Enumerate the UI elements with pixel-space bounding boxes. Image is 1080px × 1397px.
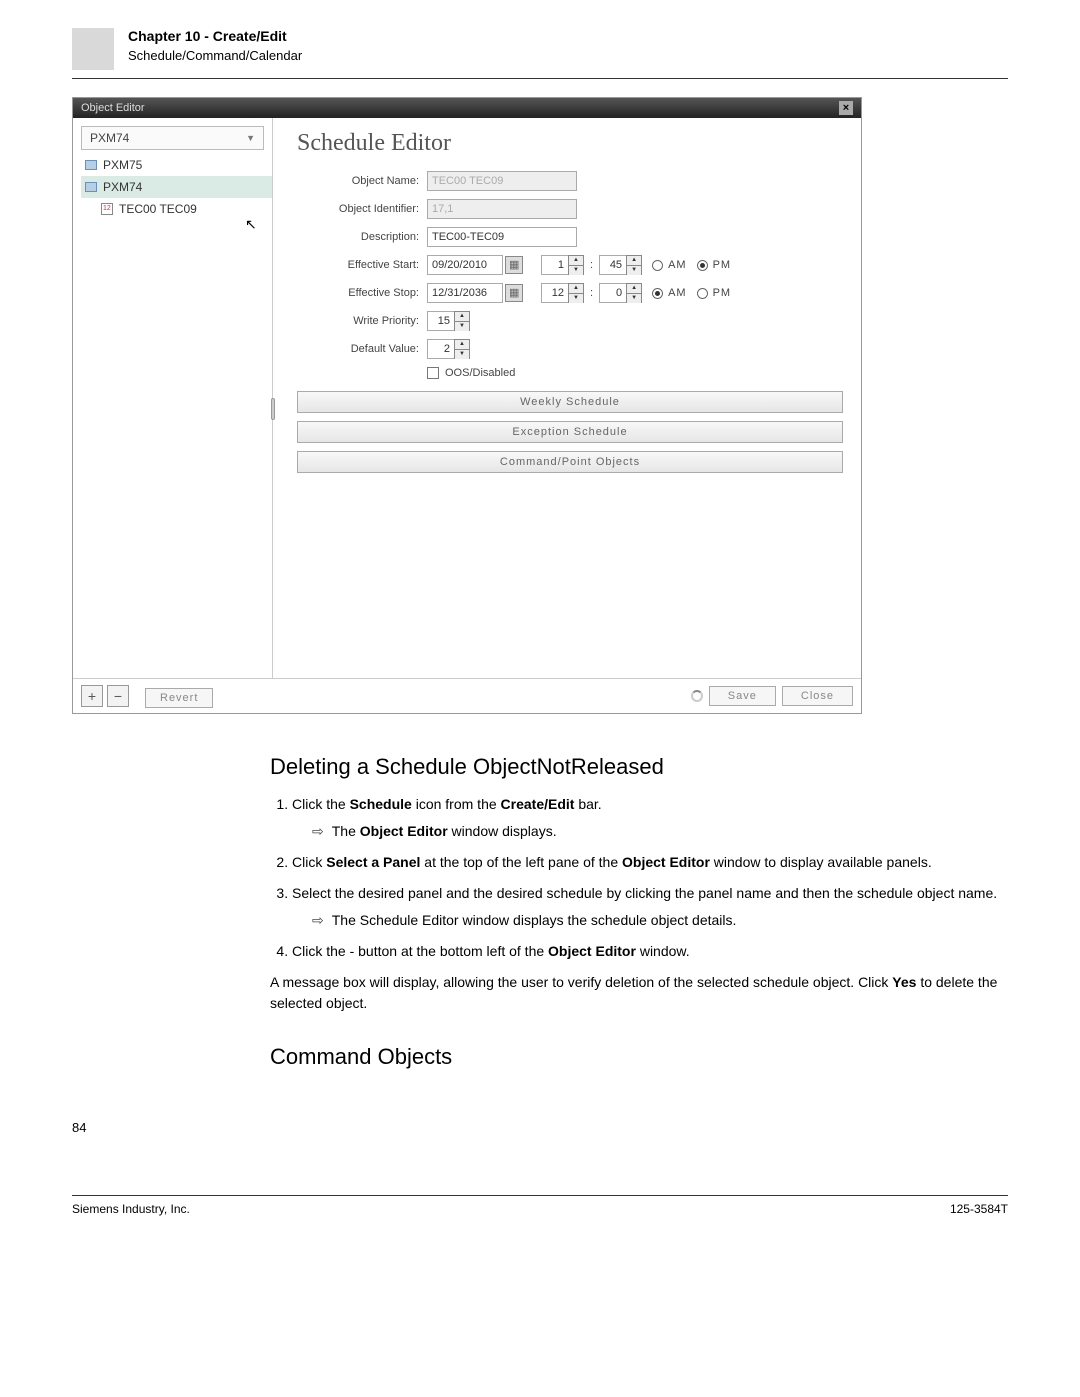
footer-left: Siemens Industry, Inc. xyxy=(72,1202,190,1216)
header-block-icon xyxy=(72,28,114,70)
document-body: Deleting a Schedule ObjectNotReleased Cl… xyxy=(270,754,1008,1070)
left-pane: PXM74 ▼ PXM75 PXM74 TEC00 TEC09 xyxy=(73,118,273,678)
chevron-down-icon: ▼ xyxy=(246,133,255,143)
stop-am-radio[interactable] xyxy=(652,288,663,299)
object-name-field[interactable] xyxy=(427,171,577,191)
tree-item-pxm74[interactable]: PXM74 xyxy=(81,176,272,198)
hour-spinner[interactable]: ▲▼ xyxy=(568,255,584,275)
heading-command-objects: Command Objects xyxy=(270,1044,1008,1070)
arrow-icon: ⇨ xyxy=(312,821,324,842)
tree-item-tec00[interactable]: TEC00 TEC09 xyxy=(81,198,272,220)
step-4: Click the - button at the bottom left of… xyxy=(292,941,1008,962)
object-editor-window: Object Editor × PXM74 ▼ PXM75 PXM74 xyxy=(72,97,862,714)
page-header: Chapter 10 - Create/Edit Schedule/Comman… xyxy=(72,28,1008,79)
panel-select-dropdown[interactable]: PXM74 ▼ xyxy=(81,126,264,150)
command-point-objects-button[interactable]: Command/Point Objects xyxy=(297,451,843,473)
arrow-icon: ⇨ xyxy=(312,910,324,931)
heading-deleting-schedule: Deleting a Schedule ObjectNotReleased xyxy=(270,754,1008,780)
footer-right: 125-3584T xyxy=(950,1202,1008,1216)
add-button[interactable]: + xyxy=(81,685,103,707)
hour-spinner[interactable]: ▲▼ xyxy=(568,283,584,303)
effective-stop-min[interactable] xyxy=(599,283,627,303)
schedule-editor-title: Schedule Editor xyxy=(297,130,843,157)
start-am-radio[interactable] xyxy=(652,260,663,271)
calendar-icon[interactable] xyxy=(505,256,523,274)
oos-checkbox[interactable] xyxy=(427,367,439,379)
label-description: Description: xyxy=(297,231,427,243)
chapter-subtitle: Schedule/Command/Calendar xyxy=(128,48,302,63)
label-write-priority: Write Priority: xyxy=(297,315,427,327)
close-button[interactable]: Close xyxy=(782,686,853,706)
panel-icon xyxy=(85,160,97,170)
panel-tree: PXM75 PXM74 TEC00 TEC09 xyxy=(73,154,272,220)
effective-start-date[interactable] xyxy=(427,255,503,275)
effective-start-min[interactable] xyxy=(599,255,627,275)
object-id-field[interactable] xyxy=(427,199,577,219)
paragraph-delete-confirm: A message box will display, allowing the… xyxy=(270,972,1008,1014)
panel-select-value: PXM74 xyxy=(90,131,129,145)
page-footer: Siemens Industry, Inc. 125-3584T xyxy=(72,1195,1008,1216)
step-1: Click the Schedule icon from the Create/… xyxy=(292,794,1008,842)
save-button[interactable]: Save xyxy=(709,686,776,706)
object-editor-titlebar: Object Editor × xyxy=(73,98,861,118)
default-value-field[interactable] xyxy=(427,339,455,359)
cursor-icon: ↖ xyxy=(245,216,257,233)
page-number: 84 xyxy=(72,1120,1008,1135)
calendar-icon[interactable] xyxy=(505,284,523,302)
object-editor-footer: + − Revert Save Close xyxy=(73,678,861,713)
effective-start-hour[interactable] xyxy=(541,255,569,275)
busy-icon xyxy=(691,690,703,702)
label-object-name: Object Name: xyxy=(297,175,427,187)
label-default-value: Default Value: xyxy=(297,343,427,355)
priority-spinner[interactable]: ▲▼ xyxy=(454,311,470,331)
oos-label: OOS/Disabled xyxy=(445,367,515,379)
label-object-id: Object Identifier: xyxy=(297,203,427,215)
step-2: Click Select a Panel at the top of the l… xyxy=(292,852,1008,873)
revert-button[interactable]: Revert xyxy=(145,688,213,708)
default-spinner[interactable]: ▲▼ xyxy=(454,339,470,359)
effective-stop-hour[interactable] xyxy=(541,283,569,303)
right-pane: Schedule Editor Object Name: Object Iden… xyxy=(273,118,861,678)
chapter-title: Chapter 10 - Create/Edit xyxy=(128,28,302,44)
schedule-icon xyxy=(101,203,113,215)
time-colon: : xyxy=(590,287,593,299)
step-3: Select the desired panel and the desired… xyxy=(292,883,1008,931)
time-colon: : xyxy=(590,259,593,271)
close-icon[interactable]: × xyxy=(839,101,853,115)
tree-item-pxm75[interactable]: PXM75 xyxy=(81,154,272,176)
object-editor-title: Object Editor xyxy=(81,102,145,114)
minute-spinner[interactable]: ▲▼ xyxy=(626,255,642,275)
remove-button[interactable]: − xyxy=(107,685,129,707)
write-priority-field[interactable] xyxy=(427,311,455,331)
effective-stop-date[interactable] xyxy=(427,283,503,303)
weekly-schedule-button[interactable]: Weekly Schedule xyxy=(297,391,843,413)
stop-pm-radio[interactable] xyxy=(697,288,708,299)
start-pm-radio[interactable] xyxy=(697,260,708,271)
label-effective-stop: Effective Stop: xyxy=(297,287,427,299)
label-effective-start: Effective Start: xyxy=(297,259,427,271)
minute-spinner[interactable]: ▲▼ xyxy=(626,283,642,303)
description-field[interactable] xyxy=(427,227,577,247)
panel-icon xyxy=(85,182,97,192)
exception-schedule-button[interactable]: Exception Schedule xyxy=(297,421,843,443)
